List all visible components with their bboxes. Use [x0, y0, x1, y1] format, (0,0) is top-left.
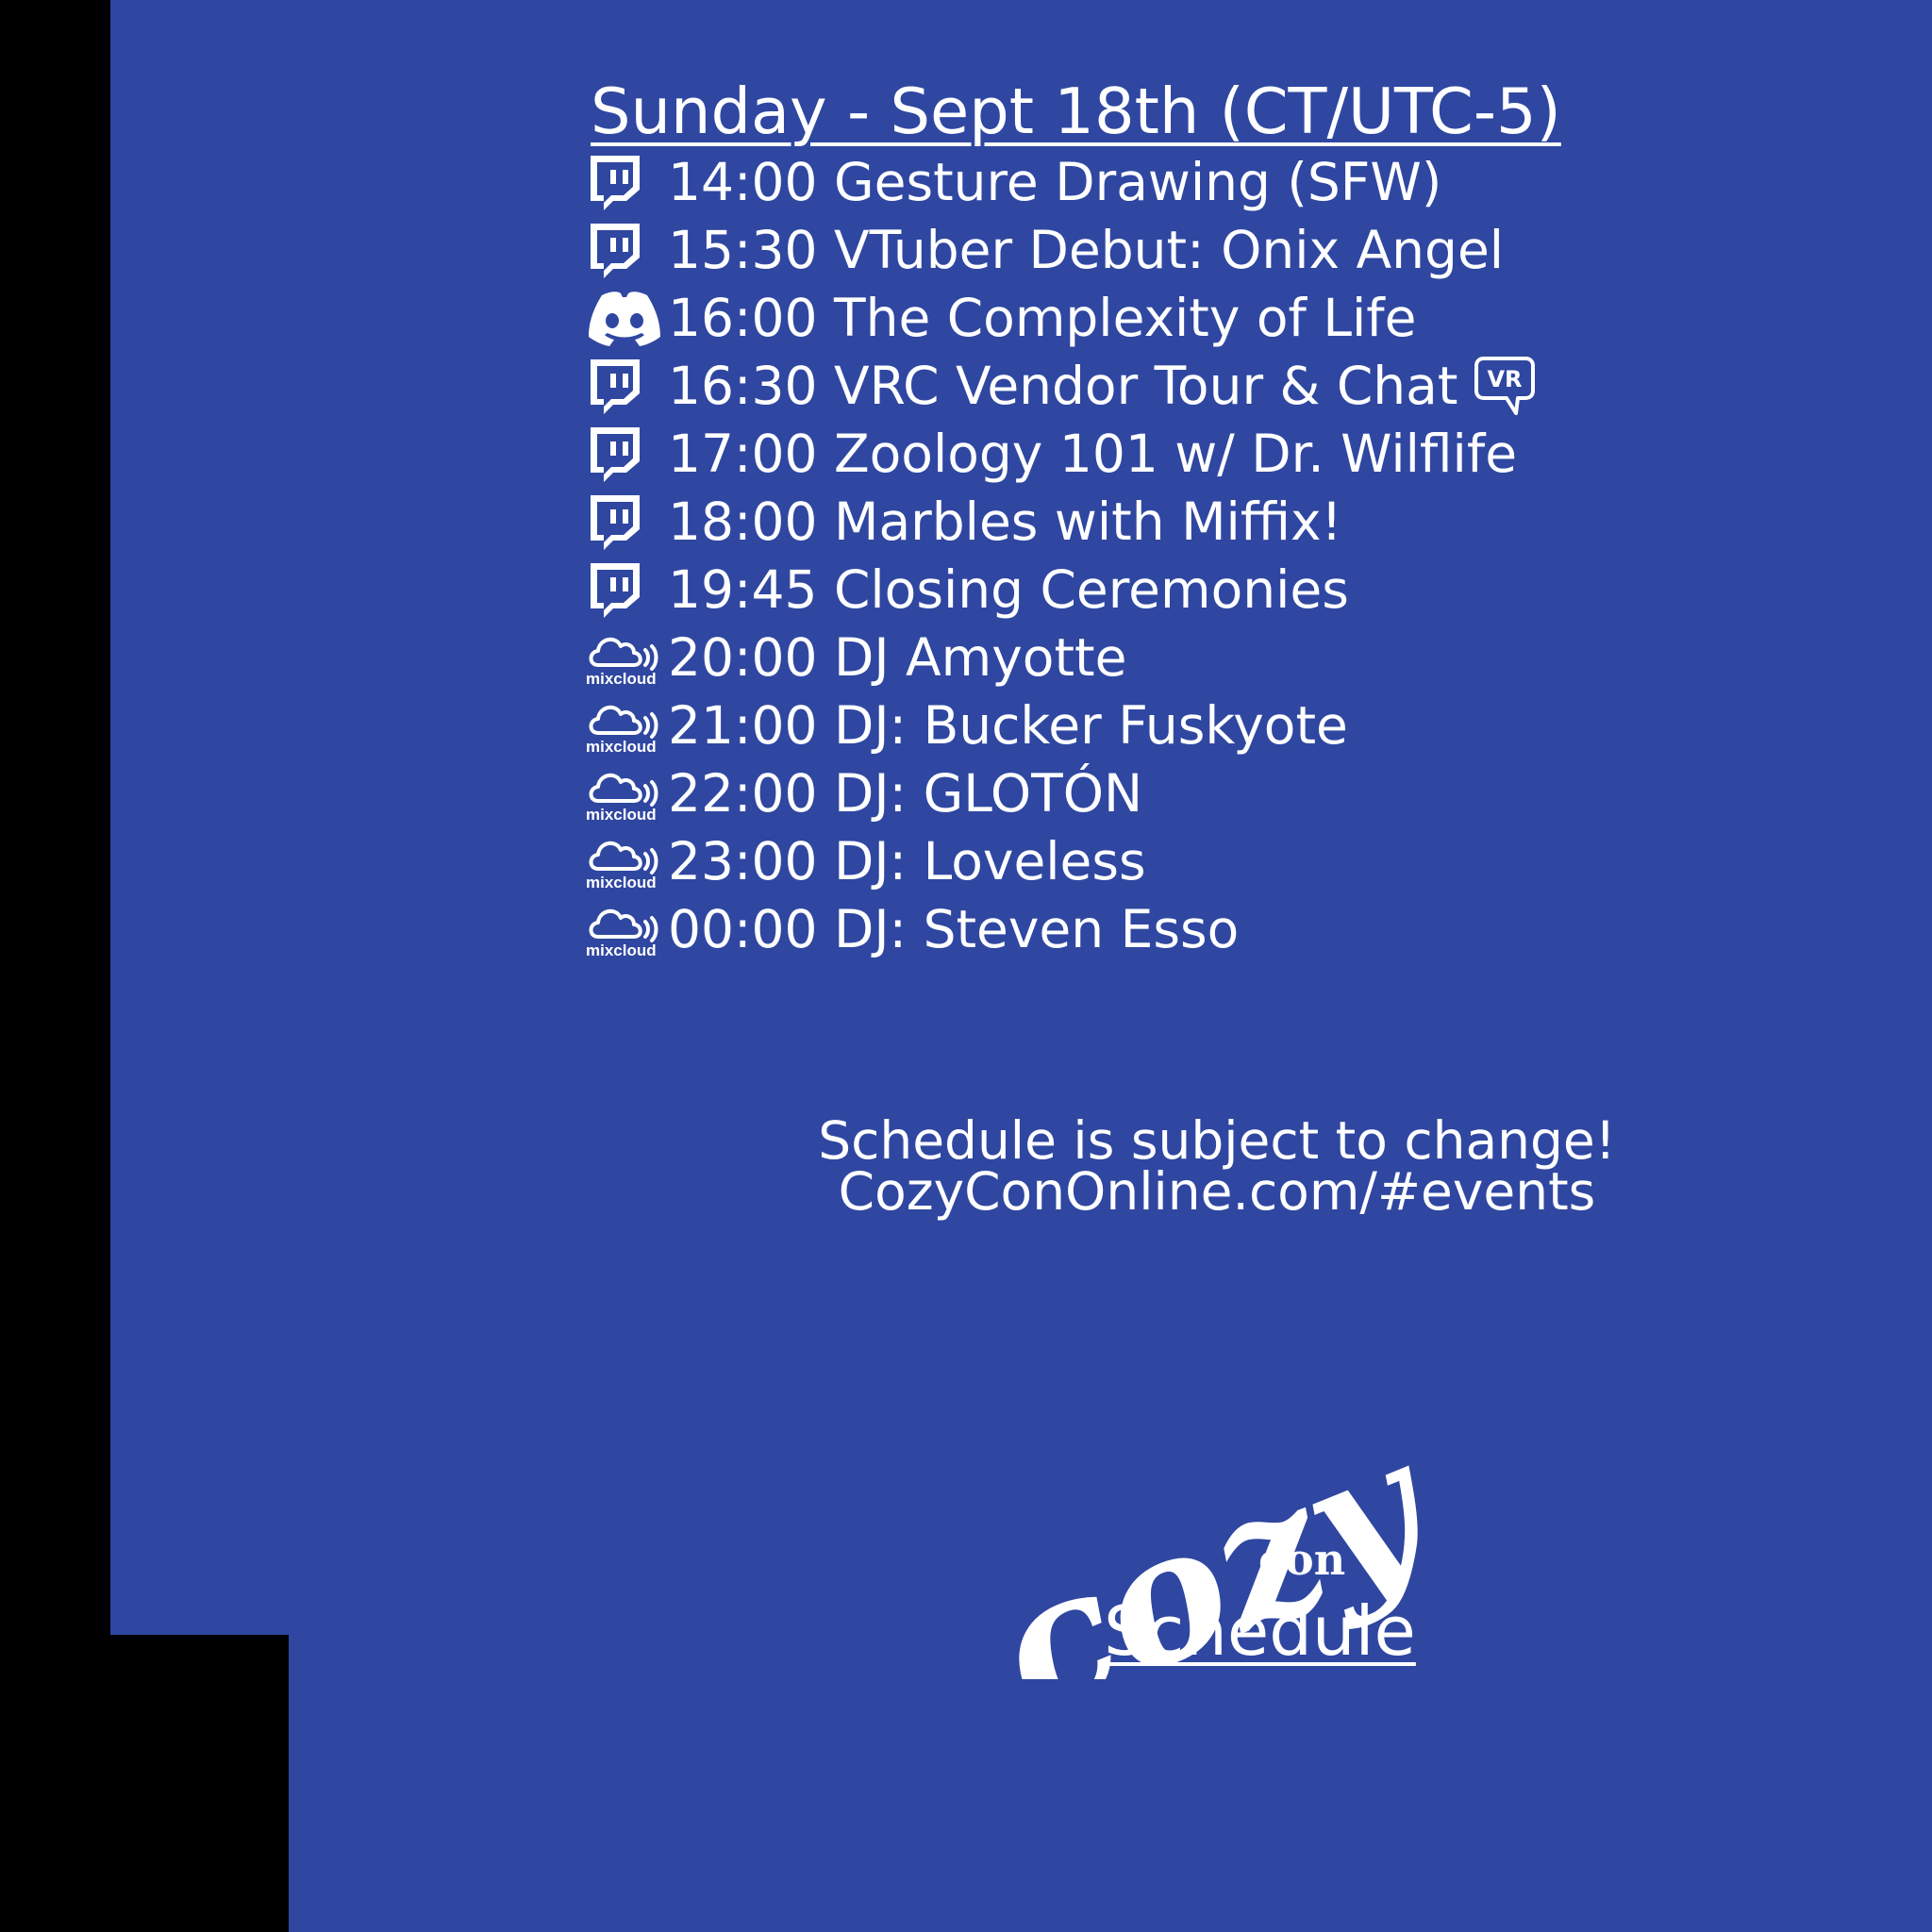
- schedule-notice: Schedule is subject to change! CozyConOn…: [811, 1110, 1623, 1218]
- page-title: Sunday - Sept 18th (CT/UTC-5): [591, 75, 1561, 148]
- event-text: 16:00 The Complexity of Life: [668, 288, 1417, 348]
- event-item: mixcloud 21:00 DJ: Bucker Fuskyote: [585, 691, 1535, 759]
- events-link[interactable]: CozyConOnline.com/#events: [811, 1166, 1623, 1218]
- event-text: 21:00 DJ: Bucker Fuskyote: [668, 695, 1348, 756]
- event-text: 19:45 Closing Ceremonies: [668, 559, 1349, 620]
- logo-con-text: con: [1258, 1534, 1346, 1585]
- event-text: 00:00 DJ: Steven Esso: [668, 899, 1240, 959]
- svg-text:mixcloud: mixcloud: [586, 806, 657, 824]
- event-text: 17:00 Zoology 101 w/ Dr. Wilflife: [668, 424, 1518, 484]
- event-item: 17:00 Zoology 101 w/ Dr. Wilflife: [585, 420, 1535, 488]
- svg-text:mixcloud: mixcloud: [586, 941, 657, 959]
- event-text: 22:00 DJ: GLOTÓN: [668, 763, 1143, 824]
- svg-text:mixcloud: mixcloud: [586, 670, 657, 688]
- event-item: 19:45 Closing Ceremonies: [585, 556, 1535, 624]
- event-list: 14:00 Gesture Drawing (SFW) 15:30 VTuber…: [585, 148, 1536, 963]
- twitch-icon: [585, 148, 668, 216]
- cozycon-logo: cozy con Schedule: [972, 1377, 1443, 1689]
- mixcloud-icon: mixcloud: [585, 691, 668, 759]
- event-item: 16:00 The Complexity of Life: [585, 284, 1535, 352]
- twitch-icon: [585, 488, 668, 556]
- event-text: 16:30 VRC Vendor Tour & Chat: [668, 356, 1458, 416]
- event-text: 14:00 Gesture Drawing (SFW): [668, 152, 1442, 212]
- event-text: 23:00 DJ: Loveless: [668, 831, 1146, 891]
- event-item: 15:30 VTuber Debut: Onix Angel: [585, 216, 1535, 284]
- mixcloud-icon: mixcloud: [585, 759, 668, 827]
- event-item: mixcloud 00:00 DJ: Steven Esso: [585, 895, 1535, 963]
- twitch-icon: [585, 420, 668, 488]
- event-text: 18:00 Marbles with Miffix!: [668, 491, 1342, 552]
- twitch-icon: [585, 556, 668, 624]
- event-text: 15:30 VTuber Debut: Onix Angel: [668, 220, 1505, 280]
- event-text: 20:00 DJ Amyotte: [668, 627, 1127, 688]
- event-item: 16:30 VRC Vendor Tour & Chat VR: [585, 352, 1536, 420]
- event-item: mixcloud 22:00 DJ: GLOTÓN: [585, 759, 1535, 827]
- event-item: mixcloud 23:00 DJ: Loveless: [585, 827, 1535, 895]
- event-item: 14:00 Gesture Drawing (SFW): [585, 148, 1535, 216]
- discord-icon: [585, 284, 668, 352]
- mixcloud-icon: mixcloud: [585, 895, 668, 963]
- twitch-icon: [585, 216, 668, 284]
- svg-text:mixcloud: mixcloud: [586, 874, 657, 891]
- logo-schedule-text: Schedule: [1104, 1591, 1416, 1671]
- notice-line: Schedule is subject to change!: [818, 1110, 1616, 1171]
- event-item: mixcloud 20:00 DJ Amyotte: [585, 624, 1535, 691]
- twitch-icon: [585, 352, 668, 420]
- svg-text:VR: VR: [1488, 366, 1523, 392]
- vr-chat-icon: VR: [1474, 355, 1536, 417]
- mixcloud-icon: mixcloud: [585, 827, 668, 895]
- mixcloud-icon: mixcloud: [585, 624, 668, 691]
- event-item: 18:00 Marbles with Miffix!: [585, 488, 1535, 556]
- svg-text:mixcloud: mixcloud: [586, 738, 657, 756]
